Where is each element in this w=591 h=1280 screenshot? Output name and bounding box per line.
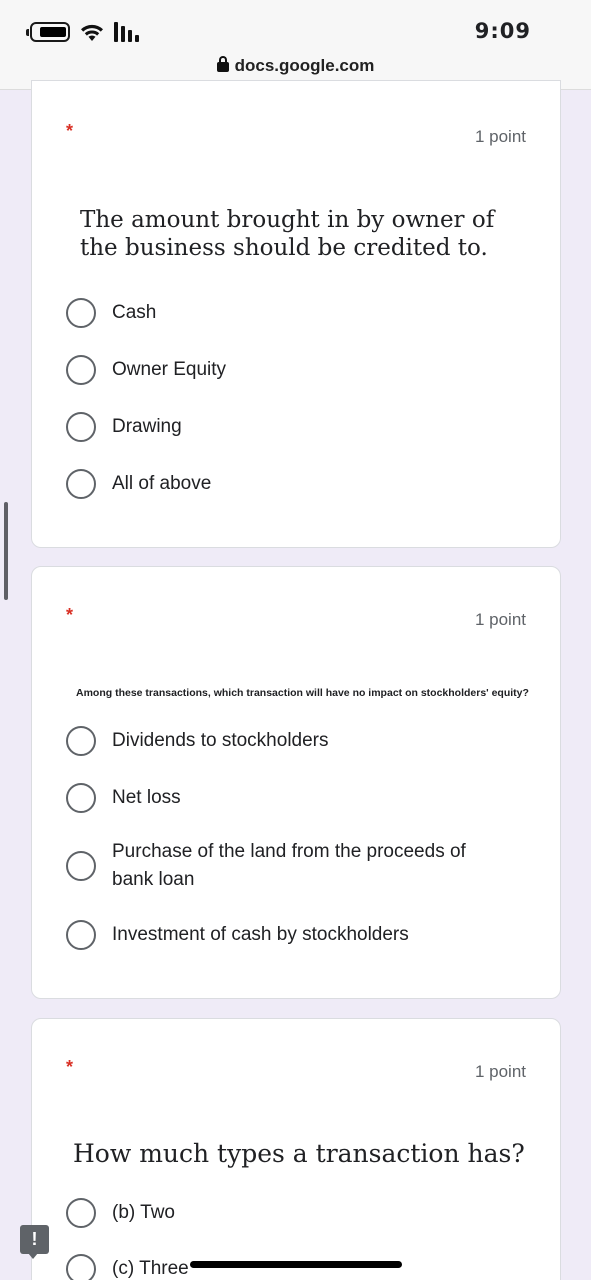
required-mark: * [66, 121, 74, 141]
radio-button[interactable] [66, 355, 96, 385]
radio-button[interactable] [66, 412, 96, 442]
option-row[interactable]: Dividends to stockholders [66, 726, 530, 756]
feedback-icon[interactable]: ! [20, 1225, 49, 1259]
question-points: 1 point [474, 610, 526, 629]
option-row[interactable]: Cash [66, 298, 530, 328]
option-row[interactable]: (b) Two [66, 1198, 530, 1228]
option-label: Owner Equity [112, 359, 227, 380]
battery-icon [26, 22, 70, 42]
option-row[interactable]: Purchase of the land from the proceeds o… [66, 838, 530, 894]
option-label: Drawing [112, 416, 182, 437]
option-row[interactable]: Net loss [66, 783, 530, 813]
radio-button[interactable] [66, 726, 96, 756]
option-label: Purchase of the land from the proceeds o… [112, 841, 466, 890]
option-row[interactable]: All of above [66, 469, 530, 499]
option-label: All of above [112, 473, 212, 494]
wifi-icon [81, 24, 103, 41]
option-label: Dividends to stockholders [112, 730, 329, 751]
option-label: (c) Three [112, 1258, 189, 1279]
status-icons [26, 20, 139, 44]
status-time: 9:09 [474, 19, 531, 43]
radio-button[interactable] [66, 851, 96, 881]
question-points: 1 point [474, 127, 526, 146]
option-label: Net loss [112, 787, 181, 808]
question-points: 1 point [474, 1062, 526, 1081]
signal-icon [114, 22, 139, 42]
required-mark: * [66, 1057, 74, 1077]
question-card: * 1 point The amount brought in by owner… [31, 80, 561, 548]
required-mark: * [66, 605, 74, 625]
radio-button[interactable] [66, 783, 96, 813]
radio-button[interactable] [66, 298, 96, 328]
radio-button[interactable] [66, 920, 96, 950]
home-indicator[interactable] [190, 1261, 402, 1268]
option-row[interactable]: Drawing [66, 412, 530, 442]
option-label: (b) Two [112, 1202, 176, 1223]
radio-button[interactable] [66, 1198, 96, 1228]
option-label: Cash [112, 302, 157, 323]
scroll-indicator[interactable] [4, 502, 8, 600]
question-title: Among these transactions, which transact… [76, 687, 529, 699]
option-label: Investment of cash by stockholders [112, 924, 409, 945]
question-title: How much types a transaction has? [73, 1139, 525, 1168]
question-card: * 1 point How much types a transaction h… [31, 1018, 561, 1280]
question-title: The amount brought in by owner of the bu… [80, 207, 495, 261]
lock-icon [216, 56, 229, 72]
radio-button[interactable] [66, 469, 96, 499]
radio-button[interactable] [66, 1254, 96, 1280]
question-card: * 1 point Among these transactions, whic… [31, 566, 561, 999]
url-text: docs.google.com [234, 56, 375, 75]
address-bar[interactable]: docs.google.com [0, 56, 591, 76]
option-row[interactable]: Investment of cash by stockholders [66, 920, 530, 950]
top-bar: 9:09 docs.google.com [0, 0, 591, 90]
option-row[interactable]: Owner Equity [66, 355, 530, 385]
